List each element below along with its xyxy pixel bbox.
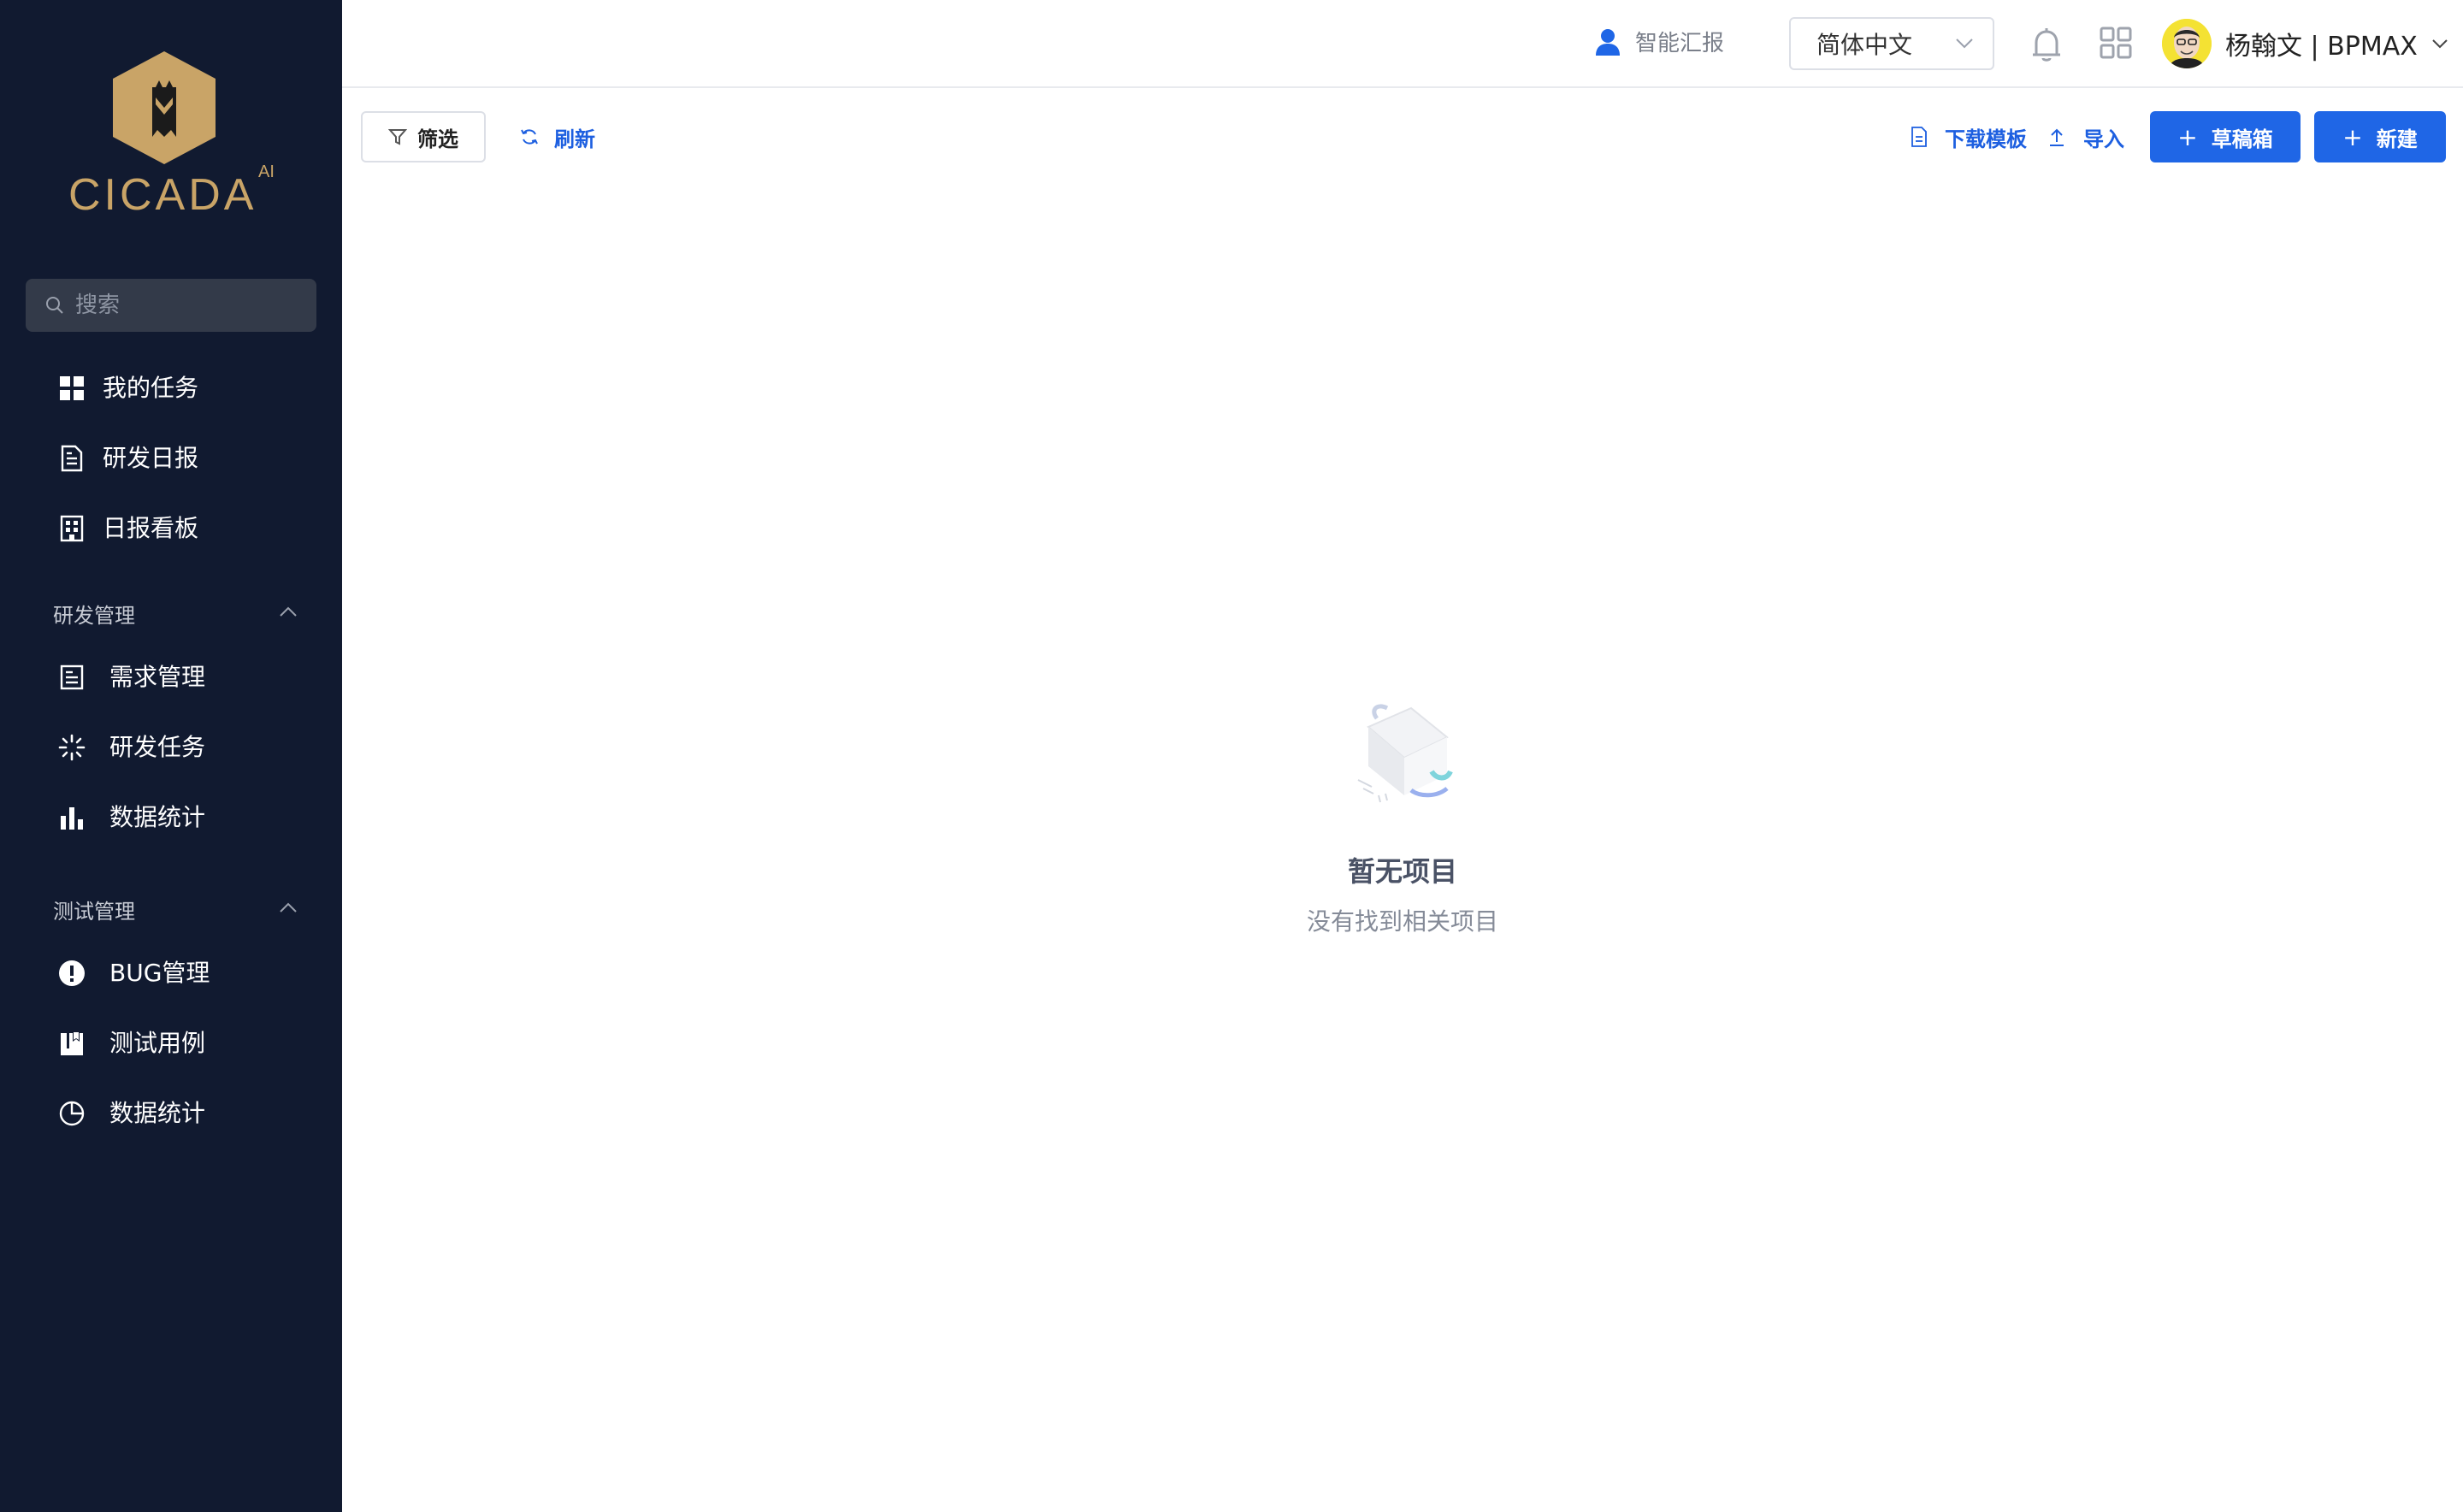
empty-box-illustration <box>1357 704 1453 803</box>
plus-icon: + <box>2342 122 2363 151</box>
sidebar-item-test-cases[interactable]: 测试用例 <box>0 1009 342 1078</box>
section-title-rd-management[interactable]: 研发管理 <box>53 599 135 629</box>
sidebar-item-dev-stats[interactable]: 数据统计 <box>0 783 342 852</box>
chevron-up-icon[interactable] <box>279 605 298 617</box>
sidebar-item-dev-daily[interactable]: 研发日报 <box>0 424 342 493</box>
building-icon <box>60 515 84 542</box>
search-input[interactable] <box>75 292 298 318</box>
empty-state-title: 暂无项目 <box>1347 855 1457 888</box>
new-label: 新建 <box>2376 127 2418 151</box>
import-label: 导入 <box>2083 127 2124 151</box>
chevron-down-icon <box>1956 38 1973 49</box>
brand-wordmark: CICADA <box>68 170 257 220</box>
grid-icon <box>60 376 84 400</box>
chevron-up-icon[interactable] <box>279 901 298 913</box>
sidebar-item-label: 我的任务 <box>103 374 199 402</box>
ai-report-link[interactable]: 智能汇报 <box>1592 26 1724 57</box>
sidebar-item-label: 研发日报 <box>103 444 199 472</box>
sidebar-item-label: BUG管理 <box>109 959 210 987</box>
sidebar-search[interactable] <box>26 279 316 332</box>
sidebar-item-label: 数据统计 <box>109 803 206 831</box>
apps-grid-icon[interactable] <box>2099 26 2133 60</box>
sidebar-item-label: 数据统计 <box>109 1099 206 1127</box>
language-value: 简体中文 <box>1816 31 1913 59</box>
bar-chart-icon <box>61 807 83 830</box>
filter-button[interactable]: 筛选 <box>361 111 486 162</box>
document-icon <box>61 445 83 472</box>
filter-label: 筛选 <box>417 127 458 151</box>
sidebar-item-dev-tasks[interactable]: 研发任务 <box>0 713 342 782</box>
sidebar-item-label: 测试用例 <box>109 1029 206 1057</box>
refresh-icon <box>521 129 538 145</box>
sidebar-item-label: 日报看板 <box>103 514 199 542</box>
loading-spinner-icon <box>58 734 86 761</box>
language-select[interactable]: 简体中文 <box>1789 17 1994 70</box>
app-root: CICADA AI 我的任务 研发日报 <box>0 0 2463 1512</box>
top-header: 智能汇报 简体中文 杨翰文 | BPMAX <box>342 0 2463 88</box>
book-icon <box>61 1031 83 1055</box>
user-icon <box>1596 28 1620 56</box>
chevron-down-icon <box>2432 39 2448 49</box>
section-title-test-management[interactable]: 测试管理 <box>53 895 135 924</box>
filter-icon <box>388 129 407 145</box>
sidebar-item-my-tasks[interactable]: 我的任务 <box>0 354 342 422</box>
new-button[interactable]: + 新建 <box>2314 111 2446 162</box>
brand-superscript: AI <box>258 162 275 181</box>
file-icon <box>1911 127 1927 147</box>
sidebar-item-label: 研发任务 <box>109 733 206 761</box>
plus-icon: + <box>2177 122 2198 151</box>
refresh-button[interactable]: 刷新 <box>520 111 595 162</box>
drafts-button[interactable]: + 草稿箱 <box>2150 111 2301 162</box>
empty-state-description: 没有找到相关项目 <box>1306 907 1498 936</box>
ai-report-label: 智能汇报 <box>1635 31 1725 56</box>
sidebar-item-label: 需求管理 <box>109 663 206 691</box>
download-template-label: 下载模板 <box>1945 127 2027 151</box>
search-icon <box>46 297 63 314</box>
pie-chart-icon <box>59 1101 85 1126</box>
user-menu[interactable]: 杨翰文 | BPMAX <box>2162 19 2448 68</box>
user-name: 杨翰文 | BPMAX <box>2225 32 2418 62</box>
refresh-label: 刷新 <box>554 127 595 151</box>
sidebar: CICADA AI 我的任务 研发日报 <box>0 0 342 1512</box>
sidebar-item-test-stats[interactable]: 数据统计 <box>0 1079 342 1148</box>
avatar[interactable] <box>2162 19 2212 68</box>
sidebar-item-requirements[interactable]: 需求管理 <box>0 643 342 712</box>
download-template-button[interactable]: 下载模板 <box>1911 111 2027 162</box>
bell-icon[interactable] <box>2029 26 2064 63</box>
upload-icon <box>2050 128 2064 146</box>
import-button[interactable]: 导入 <box>2047 111 2124 162</box>
avatar-face-icon <box>2162 19 2212 68</box>
sidebar-item-bug-management[interactable]: BUG管理 <box>0 939 342 1007</box>
sidebar-item-daily-board[interactable]: 日报看板 <box>0 494 342 563</box>
list-document-icon <box>60 664 84 690</box>
alert-circle-icon <box>59 960 85 986</box>
drafts-label: 草稿箱 <box>2211 127 2273 151</box>
